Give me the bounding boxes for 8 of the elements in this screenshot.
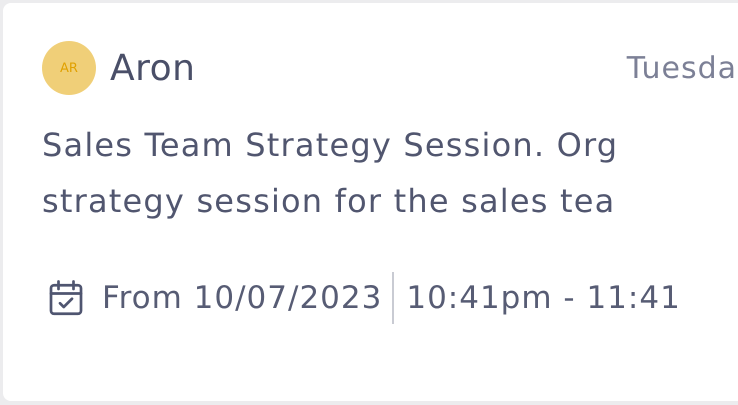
- author-name: Aron: [110, 48, 196, 88]
- event-date: From 10/07/2023: [102, 280, 382, 316]
- event-time: 10:41pm - 11:41: [406, 280, 681, 316]
- event-day: Tuesda: [626, 50, 737, 86]
- calendar-icon: [48, 279, 84, 317]
- description-line: strategy session for the sales tea: [42, 181, 616, 222]
- description-line: Sales Team Strategy Session. Org: [42, 125, 618, 166]
- avatar: AR: [42, 41, 96, 95]
